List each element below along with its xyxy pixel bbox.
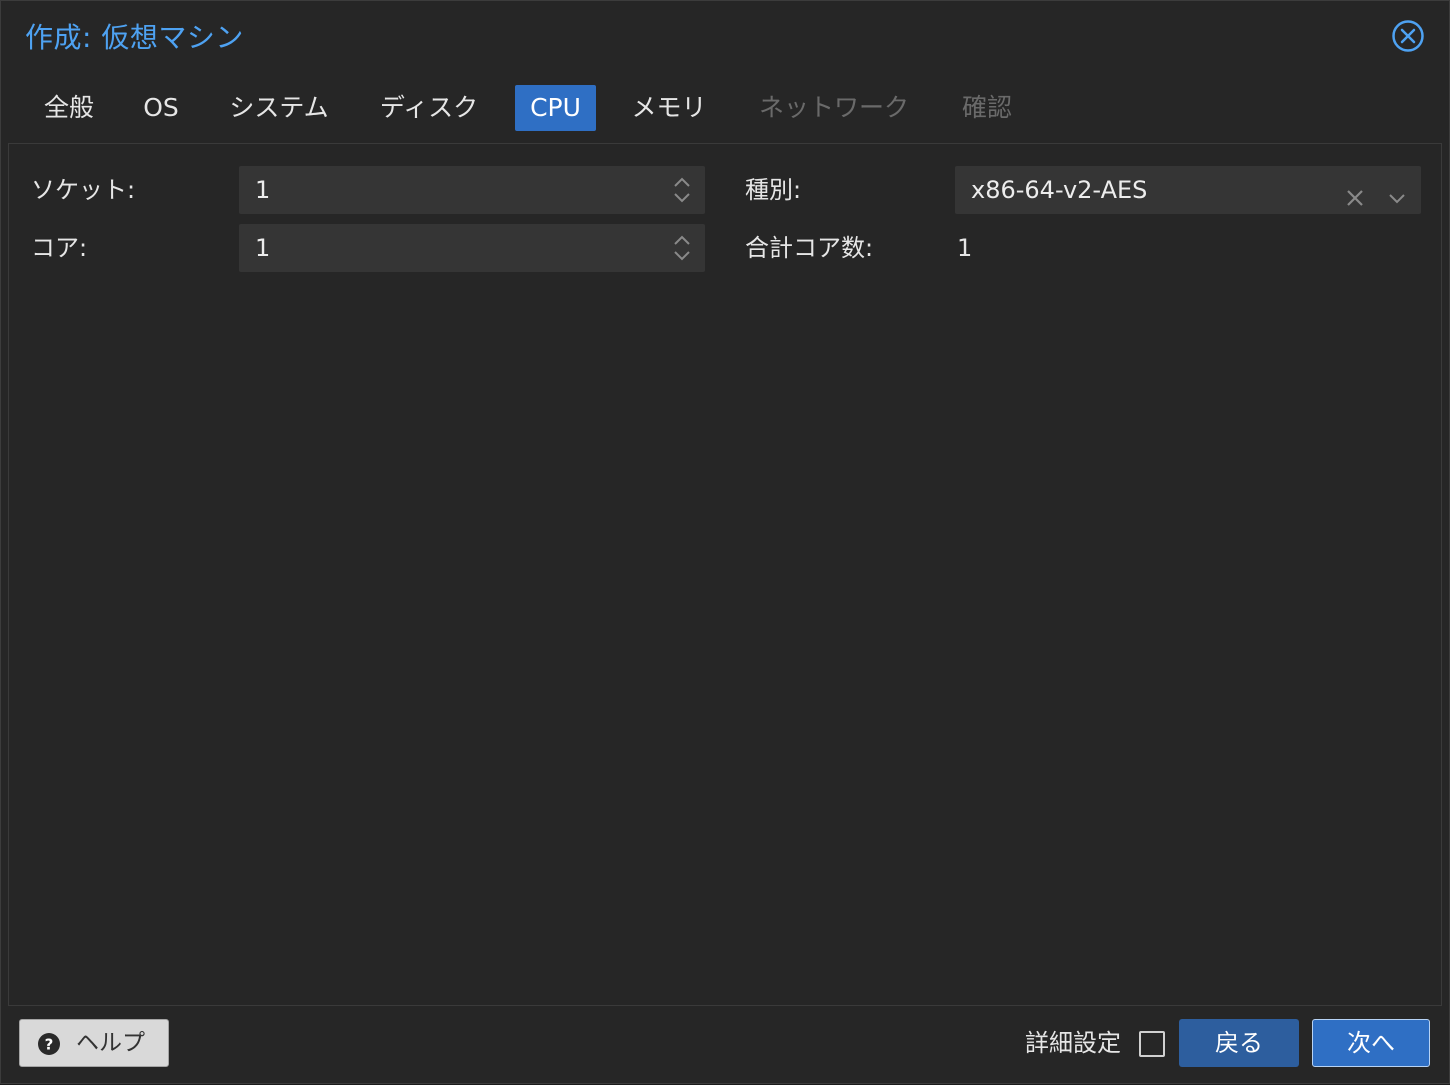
spinner-arrows-icon	[674, 177, 690, 203]
tab-os[interactable]: OS	[131, 85, 191, 131]
cpu-type-value: x86-64-v2-AES	[971, 176, 1148, 204]
cpu-settings-panel: ソケット: 1 コア: 1 種別: x86-64-v2-AES 合計コア数: 1	[8, 143, 1442, 1006]
tab-memory[interactable]: メモリ	[621, 85, 717, 131]
dialog-title: 作成: 仮想マシン	[25, 21, 244, 54]
cores-label: コア:	[31, 234, 88, 262]
help-button[interactable]: ? ヘルプ	[19, 1019, 169, 1067]
total-cores-label: 合計コア数:	[745, 234, 874, 262]
clear-selection-button[interactable]	[1343, 178, 1367, 206]
wizard-tab-bar: 全般 OS システム ディスク CPU メモリ ネットワーク 確認	[1, 81, 1449, 137]
help-button-label: ヘルプ	[76, 1030, 145, 1056]
back-button[interactable]: 戻る	[1179, 1019, 1299, 1067]
cpu-type-dropdown-trigger[interactable]	[1385, 178, 1409, 204]
dialog-footer: ? ヘルプ 詳細設定 戻る 次へ	[1, 1007, 1449, 1085]
cpu-type-label: 種別:	[745, 176, 802, 204]
tab-disks[interactable]: ディスク	[367, 85, 491, 131]
svg-text:?: ?	[45, 1036, 54, 1054]
tab-confirm: 確認	[961, 93, 1012, 122]
sockets-value: 1	[255, 176, 271, 204]
next-button[interactable]: 次へ	[1312, 1019, 1430, 1067]
create-vm-dialog: 作成: 仮想マシン 全般 OS システム ディスク CPU メモリ ネットワーク…	[0, 0, 1450, 1084]
cpu-type-combobox[interactable]: x86-64-v2-AES	[955, 166, 1421, 214]
cores-value: 1	[255, 234, 271, 262]
close-circle-icon	[1392, 20, 1424, 52]
tab-general[interactable]: 全般	[31, 85, 107, 131]
question-circle-icon: ?	[38, 1033, 60, 1055]
total-cores-value: 1	[957, 234, 973, 262]
clear-x-icon	[1347, 190, 1363, 206]
sockets-spinner[interactable]	[671, 172, 693, 208]
spinner-arrows-icon	[674, 235, 690, 261]
dialog-titlebar: 作成: 仮想マシン	[1, 1, 1449, 71]
advanced-label: 詳細設定	[1025, 1029, 1121, 1057]
tab-cpu[interactable]: CPU	[515, 85, 596, 131]
tab-system[interactable]: システム	[217, 85, 341, 131]
sockets-label: ソケット:	[31, 176, 136, 204]
sockets-input[interactable]: 1	[239, 166, 705, 214]
cores-input[interactable]: 1	[239, 224, 705, 272]
cores-spinner[interactable]	[671, 230, 693, 266]
advanced-checkbox[interactable]	[1139, 1031, 1165, 1057]
tab-network: ネットワーク	[758, 93, 909, 122]
chevron-down-icon	[1389, 194, 1405, 204]
close-button[interactable]	[1391, 19, 1425, 53]
